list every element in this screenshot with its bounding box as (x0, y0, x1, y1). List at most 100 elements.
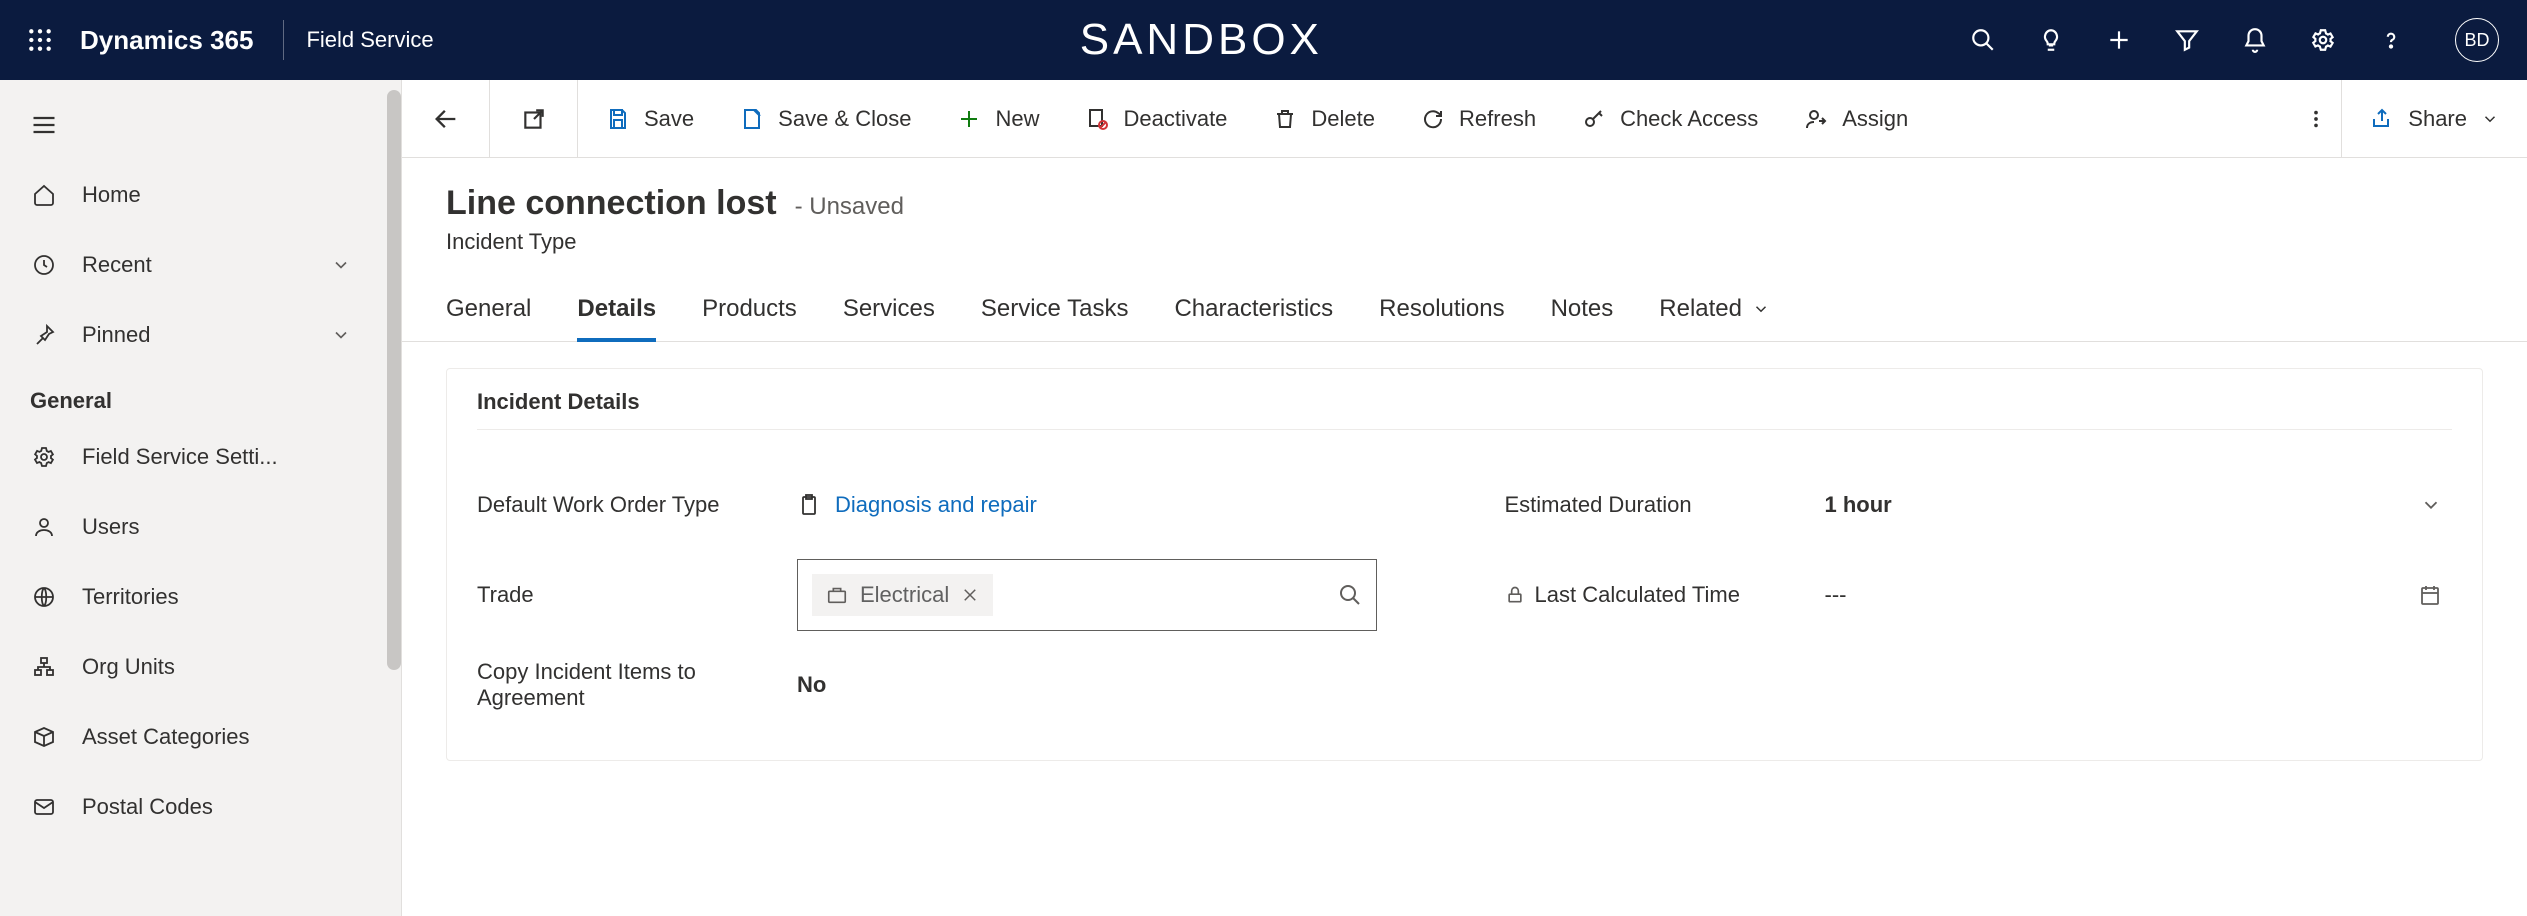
ideas-button[interactable] (2037, 26, 2065, 54)
pin-icon (30, 323, 58, 347)
assign-label: Assign (1842, 106, 1908, 132)
sidebar-item-asset-categories[interactable]: Asset Categories (0, 702, 401, 772)
tab-related[interactable]: Related (1659, 285, 1770, 341)
save-close-label: Save & Close (778, 106, 911, 132)
close-icon (961, 586, 979, 604)
command-overflow[interactable] (2291, 108, 2341, 130)
lookup-search[interactable] (1338, 583, 1362, 607)
assign-button[interactable]: Assign (1804, 106, 1908, 132)
plus-icon (2106, 27, 2132, 53)
new-button[interactable]: New (957, 106, 1039, 132)
section-incident-details: Incident Details Default Work Order Type… (446, 368, 2483, 761)
field-estimated-duration[interactable]: Estimated Duration 1 hour (1505, 460, 2453, 550)
filter-button[interactable] (2173, 26, 2201, 54)
sidebar-pinned-label: Pinned (82, 322, 151, 348)
sidebar-item-postal-codes[interactable]: Postal Codes (0, 772, 401, 842)
calendar-picker[interactable] (2392, 583, 2452, 607)
chevron-down-icon (331, 255, 351, 275)
settings-button[interactable] (2309, 26, 2337, 54)
record-header: Line connection lost - Unsaved Incident … (402, 158, 2527, 261)
add-button[interactable] (2105, 26, 2133, 54)
user-avatar[interactable]: BD (2455, 18, 2499, 62)
deactivate-button[interactable]: Deactivate (1085, 106, 1227, 132)
sidebar-item-org-units[interactable]: Org Units (0, 632, 401, 702)
field-default-work-order-type[interactable]: Default Work Order Type Diagnosis and re… (477, 460, 1425, 550)
tab-products[interactable]: Products (702, 285, 797, 341)
lookup-value[interactable]: Diagnosis and repair (835, 492, 1037, 518)
tab-notes[interactable]: Notes (1551, 285, 1614, 341)
lock-icon (1505, 585, 1525, 605)
sidebar-home[interactable]: Home (0, 160, 401, 230)
tab-characteristics[interactable]: Characteristics (1174, 285, 1333, 341)
sidebar-item-users[interactable]: Users (0, 492, 401, 562)
app-launcher[interactable] (0, 0, 80, 80)
field-label: Trade (477, 582, 797, 608)
sidebar-toggle[interactable] (0, 90, 401, 160)
tab-service-tasks[interactable]: Service Tasks (981, 285, 1129, 341)
briefcase-icon (826, 584, 848, 606)
sidebar-item-territories[interactable]: Territories (0, 562, 401, 632)
tab-general[interactable]: General (446, 285, 531, 341)
field-trade[interactable]: Trade Electrical (477, 550, 1425, 640)
sidebar-item-label: Users (82, 514, 139, 540)
duration-dropdown[interactable] (2392, 494, 2452, 516)
plus-icon (957, 107, 981, 131)
sidebar-group-general: General (0, 370, 401, 422)
assign-icon (1804, 107, 1828, 131)
save-button[interactable]: Save (606, 106, 694, 132)
record-entity-name: Incident Type (446, 229, 2483, 255)
help-button[interactable] (2377, 26, 2405, 54)
open-new-window-button[interactable] (490, 80, 578, 157)
back-button[interactable] (402, 80, 490, 157)
deactivate-icon (1085, 107, 1109, 131)
refresh-icon (1421, 107, 1445, 131)
tab-resolutions[interactable]: Resolutions (1379, 285, 1504, 341)
sidebar-item-label: Postal Codes (82, 794, 213, 820)
clock-icon (30, 253, 58, 277)
trade-lookup-input[interactable]: Electrical (797, 559, 1377, 631)
refresh-button[interactable]: Refresh (1421, 106, 1536, 132)
mail-icon (30, 795, 58, 819)
sidebar-item-label: Territories (82, 584, 179, 610)
funnel-icon (2174, 27, 2200, 53)
share-button[interactable]: Share (2341, 80, 2527, 157)
sidebar-recent-label: Recent (82, 252, 152, 278)
sidebar-recent[interactable]: Recent (0, 230, 401, 300)
notifications-button[interactable] (2241, 26, 2269, 54)
sidebar-item-field-service-settings[interactable]: Field Service Setti... (0, 422, 401, 492)
app-name[interactable]: Field Service (306, 27, 433, 53)
main-pane: Save Save & Close New Deactivate Delete (402, 80, 2527, 916)
globe-icon (30, 585, 58, 609)
chevron-down-icon (331, 325, 351, 345)
delete-label: Delete (1311, 106, 1375, 132)
help-icon (2378, 27, 2404, 53)
check-access-button[interactable]: Check Access (1582, 106, 1758, 132)
save-close-icon (740, 107, 764, 131)
topbar-actions: BD (1969, 18, 2507, 62)
sidebar-pinned[interactable]: Pinned (0, 300, 401, 370)
environment-label: SANDBOX (434, 15, 1969, 65)
waffle-icon (27, 27, 53, 53)
calendar-icon (2418, 583, 2442, 607)
lightbulb-icon (2038, 27, 2064, 53)
share-label: Share (2408, 106, 2467, 132)
tab-details[interactable]: Details (577, 285, 656, 341)
delete-button[interactable]: Delete (1273, 106, 1375, 132)
new-label: New (995, 106, 1039, 132)
field-copy-incident-items[interactable]: Copy Incident Items to Agreement No (477, 640, 1425, 730)
save-close-button[interactable]: Save & Close (740, 106, 911, 132)
product-name[interactable]: Dynamics 365 (80, 25, 283, 56)
save-label: Save (644, 106, 694, 132)
arrow-left-icon (432, 105, 460, 133)
gear-icon (2310, 27, 2336, 53)
pill-remove[interactable] (961, 586, 979, 604)
sidebar-scrollbar[interactable] (387, 90, 401, 670)
form-tabs: General Details Products Services Servic… (402, 261, 2527, 342)
field-last-calculated-time: Last Calculated Time --- (1505, 550, 2453, 640)
pill-text: Electrical (860, 582, 949, 608)
search-button[interactable] (1969, 26, 1997, 54)
check-access-label: Check Access (1620, 106, 1758, 132)
sidebar: Home Recent Pinned General Fiel (0, 80, 402, 916)
tab-services[interactable]: Services (843, 285, 935, 341)
clipboard-icon (797, 493, 821, 517)
